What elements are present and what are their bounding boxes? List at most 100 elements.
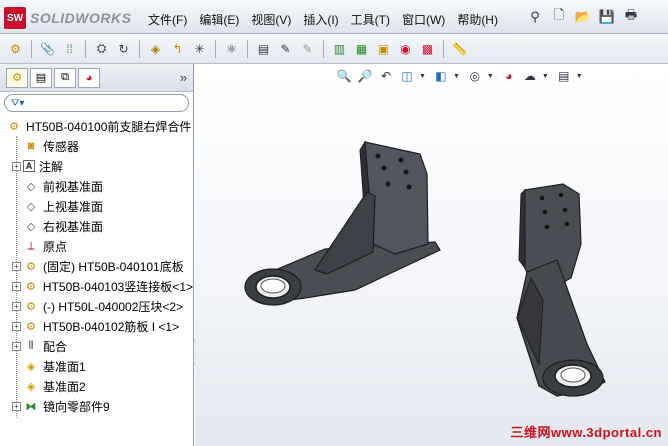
- menu-view[interactable]: 视图(V): [245, 9, 297, 30]
- explode-line-sketch-icon[interactable]: ✎: [298, 39, 317, 59]
- measure-icon[interactable]: 📏: [450, 39, 469, 59]
- tree-item-label: 配合: [43, 339, 68, 354]
- tree-item-component[interactable]: + ⚙ HT50B-040102筋板 I <1>: [0, 316, 193, 336]
- annotation-icon: A: [23, 160, 35, 172]
- tree-item-label: (-) HT50L-040002压块<2>: [43, 299, 184, 314]
- assembly-icon: ⚙: [9, 120, 19, 133]
- tree-item-label: (固定) HT50B-040101底板: [43, 259, 184, 274]
- plane-icon: ◈: [26, 380, 36, 393]
- tree-item-mirror-component[interactable]: + ⧓ 镜向零部件9: [0, 396, 193, 416]
- save-icon[interactable]: 💾: [597, 7, 617, 27]
- move-component-icon[interactable]: ↻: [114, 39, 133, 59]
- tree-filter[interactable]: ⛛▾: [4, 94, 189, 112]
- tree-item-label: 右视基准面: [43, 219, 104, 234]
- bill-of-materials-icon[interactable]: ▤: [254, 39, 273, 59]
- reference-geometry-icon[interactable]: ✳: [190, 39, 209, 59]
- expand-panel-icon[interactable]: »: [180, 70, 187, 85]
- show-hidden-icon[interactable]: ◈: [146, 39, 165, 59]
- part-icon: ⚙: [26, 260, 36, 273]
- exploded-view-icon[interactable]: ✎: [276, 39, 295, 59]
- insert-component-icon[interactable]: ⚙: [6, 39, 25, 59]
- expand-icon[interactable]: +: [12, 261, 21, 271]
- feature-manager-tab-icon[interactable]: ⚙: [6, 67, 28, 88]
- logo-badge: SW: [4, 7, 26, 29]
- tree-root-label: HT50B-040100前支腿右焊合件: [26, 119, 192, 134]
- new-document-icon[interactable]: 🗋: [549, 7, 569, 27]
- mate-icon: ⫴: [28, 339, 34, 352]
- menu-tools[interactable]: 工具(T): [345, 9, 396, 30]
- expand-icon[interactable]: +: [12, 281, 21, 291]
- mate-icon[interactable]: 📎: [38, 39, 57, 59]
- instant3d-icon[interactable]: ◉: [396, 39, 415, 59]
- tree-item-component[interactable]: + ⚙ (固定) HT50B-040101底板: [0, 256, 193, 276]
- model-viewport[interactable]: [195, 64, 668, 446]
- clearance-verification-icon[interactable]: ▦: [352, 39, 371, 59]
- menu-help[interactable]: 帮助(H): [451, 9, 504, 30]
- new-motion-study-icon[interactable]: ⚛: [222, 39, 241, 59]
- tree-item-label: 上视基准面: [43, 199, 104, 214]
- tree-item-sensors[interactable]: ◙ 传感器: [0, 136, 193, 156]
- tree-item-front-plane[interactable]: ◇ 前视基准面: [0, 176, 193, 196]
- tree-item-top-plane[interactable]: ◇ 上视基准面: [0, 196, 193, 216]
- solidworks-logo: SW SOLIDWORKS: [4, 7, 131, 29]
- toolbar-separator: [139, 39, 140, 58]
- tree-item-label: HT50B-040103竖连接板<1>: [42, 279, 193, 294]
- tree-item-label: 前视基准面: [43, 179, 104, 194]
- tree-item-component[interactable]: + ⚙ HT50B-040103竖连接板<1>: [0, 276, 193, 296]
- bracket-part-right[interactable]: [516, 183, 606, 397]
- menu-window[interactable]: 窗口(W): [396, 9, 451, 30]
- tree-item-component[interactable]: + ⚙ (-) HT50L-040002压块<2>: [0, 296, 193, 316]
- part-icon: ⚙: [26, 320, 36, 333]
- tree-item-label: 注解: [39, 159, 64, 174]
- toolbar-separator: [215, 39, 216, 58]
- tree-item-right-plane[interactable]: ◇ 右视基准面: [0, 216, 193, 236]
- menu-insert[interactable]: 插入(I): [297, 9, 344, 30]
- watermark: 三维网www.3dportal.cn: [510, 425, 662, 440]
- open-folder-icon[interactable]: 📂: [573, 7, 593, 27]
- large-assembly-icon[interactable]: ▩: [418, 39, 437, 59]
- command-toolbar: ⚙ 📎 ⁞⁞ ⛭ ↻ ◈ ↰ ✳ ⚛ ▤ ✎ ✎ ▥ ▦ ▣ ◉ ▩ 📏: [0, 34, 668, 64]
- menu-edit[interactable]: 编辑(E): [193, 9, 245, 30]
- tree-item-origin[interactable]: ⟂ 原点: [0, 236, 193, 256]
- part-icon: ⚙: [26, 280, 36, 293]
- tree-item-label: 基准面1: [43, 359, 86, 374]
- assembly-features-icon[interactable]: ↰: [168, 39, 187, 59]
- origin-icon: ⟂: [27, 239, 35, 252]
- menu-bar: SW SOLIDWORKS 文件(F) 编辑(E) 视图(V) 插入(I) 工具…: [0, 0, 668, 34]
- expand-icon[interactable]: +: [12, 301, 21, 311]
- plane-icon: ◇: [26, 220, 36, 233]
- expand-icon[interactable]: +: [12, 401, 21, 411]
- tree-item-mates[interactable]: + ⫴ 配合: [0, 336, 193, 356]
- print-icon[interactable]: 🖶: [621, 7, 641, 27]
- pin-icon[interactable]: ⚲: [525, 7, 545, 27]
- hole-alignment-icon[interactable]: ▣: [374, 39, 393, 59]
- tree-item-annotations[interactable]: + A 注解: [0, 156, 193, 176]
- smart-fasteners-icon[interactable]: ⛭: [92, 39, 111, 59]
- mirror-icon: ⧓: [25, 400, 37, 413]
- bracket-part-left[interactable]: [244, 140, 441, 306]
- sensor-icon: ◙: [27, 140, 35, 152]
- tree-root[interactable]: ⚙ HT50B-040100前支腿右焊合件: [0, 116, 193, 136]
- tree-item-label: 原点: [43, 239, 68, 254]
- toolbar-separator: [31, 39, 32, 58]
- expand-icon[interactable]: +: [12, 321, 21, 331]
- expand-icon[interactable]: +: [12, 341, 21, 351]
- toolbar-separator: [323, 39, 324, 58]
- plane-icon: ◈: [26, 360, 36, 373]
- plane-icon: ◇: [26, 180, 36, 193]
- linear-pattern-icon[interactable]: ⁞⁞: [60, 39, 79, 59]
- tree-item-plane1[interactable]: ◈ 基准面1: [0, 356, 193, 376]
- feature-manager-panel: ⚙ ▤ ⧉ ◕ » ⛛▾ ⚙ HT50B-040100前支腿右焊合件 ◙ 传感器…: [0, 64, 194, 446]
- expand-icon[interactable]: +: [12, 161, 21, 171]
- toolbar-separator: [247, 39, 248, 58]
- display-manager-tab-icon[interactable]: ◕: [78, 67, 100, 88]
- menu-file[interactable]: 文件(F): [142, 9, 193, 30]
- graphics-area[interactable]: 🔍 🔎 ↶ ◫ ▼ ◧ ▼ ◎ ▼ ◕ ☁ ▼ ▤ ▼ 三维网www.3dpor…: [195, 64, 668, 446]
- tree-item-plane2[interactable]: ◈ 基准面2: [0, 376, 193, 396]
- tree-item-label: 基准面2: [43, 379, 86, 394]
- configuration-manager-tab-icon[interactable]: ⧉: [54, 67, 76, 88]
- property-manager-tab-icon[interactable]: ▤: [30, 67, 52, 88]
- interference-detection-icon[interactable]: ▥: [330, 39, 349, 59]
- tree-item-label: 镜向零部件9: [43, 399, 110, 414]
- toolbar-separator: [85, 39, 86, 58]
